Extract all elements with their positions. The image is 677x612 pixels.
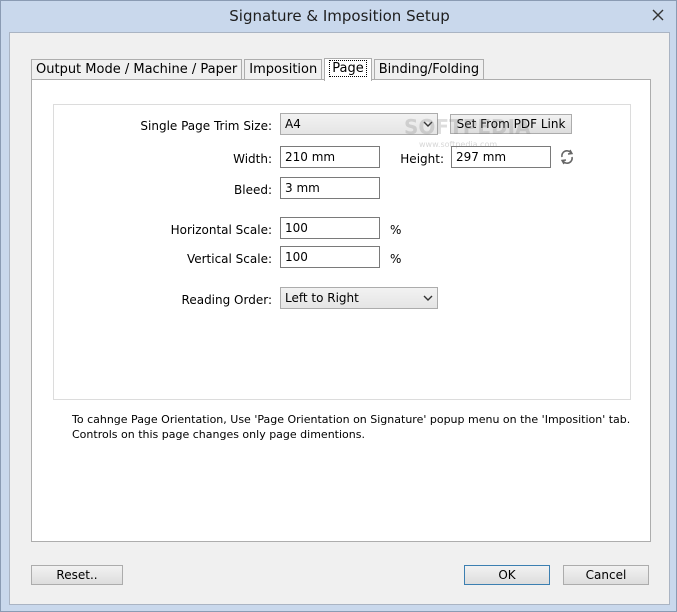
tab-label: Page bbox=[329, 60, 367, 77]
chevron-down-icon bbox=[423, 295, 433, 301]
note-line-2: Controls on this page changes only page … bbox=[72, 428, 365, 441]
tab-label: Output Mode / Machine / Paper bbox=[36, 62, 238, 77]
reading-order-value: Left to Right bbox=[285, 291, 359, 305]
window-title: Signature & Imposition Setup bbox=[229, 7, 450, 25]
horizontal-scale-label: Horizontal Scale: bbox=[170, 223, 272, 237]
trim-size-label: Single Page Trim Size: bbox=[140, 119, 272, 133]
tab-binding-folding[interactable]: Binding/Folding bbox=[373, 59, 485, 80]
page-tab-panel: Single Page Trim Size: A4 Set From PDF L… bbox=[31, 79, 651, 542]
tab-strip: Output Mode / Machine / Paper Imposition… bbox=[31, 58, 486, 81]
tab-output-mode[interactable]: Output Mode / Machine / Paper bbox=[31, 59, 243, 80]
vertical-scale-field[interactable]: 100 bbox=[280, 246, 380, 268]
reset-button[interactable]: Reset.. bbox=[31, 565, 123, 585]
reading-order-select[interactable]: Left to Right bbox=[280, 287, 438, 309]
trim-size-value: A4 bbox=[285, 117, 301, 131]
bleed-label: Bleed: bbox=[234, 183, 272, 197]
horizontal-scale-unit: % bbox=[390, 223, 402, 237]
chevron-down-icon bbox=[423, 121, 433, 127]
ok-button[interactable]: OK bbox=[464, 565, 550, 585]
reading-order-label: Reading Order: bbox=[181, 293, 272, 307]
width-field[interactable]: 210 mm bbox=[280, 146, 380, 168]
vertical-scale-unit: % bbox=[390, 252, 402, 266]
height-field[interactable]: 297 mm bbox=[451, 146, 551, 168]
tab-imposition[interactable]: Imposition bbox=[244, 59, 323, 80]
bleed-field[interactable]: 3 mm bbox=[280, 177, 380, 199]
dialog-window: Signature & Imposition Setup Output Mode… bbox=[0, 0, 677, 612]
close-button[interactable] bbox=[646, 5, 670, 25]
title-bar: Signature & Imposition Setup bbox=[1, 1, 677, 32]
note-line-1: To cahnge Page Orientation, Use 'Page Or… bbox=[72, 413, 631, 426]
swap-dimensions-icon[interactable] bbox=[558, 148, 576, 166]
tab-page[interactable]: Page bbox=[324, 58, 372, 81]
orientation-note: To cahnge Page Orientation, Use 'Page Or… bbox=[72, 412, 630, 442]
cancel-button[interactable]: Cancel bbox=[563, 565, 649, 585]
vertical-scale-label: Vertical Scale: bbox=[186, 252, 272, 266]
height-label: Height: bbox=[400, 152, 444, 166]
horizontal-scale-field[interactable]: 100 bbox=[280, 217, 380, 239]
close-icon bbox=[652, 9, 664, 21]
set-from-pdf-link-button[interactable]: Set From PDF Link bbox=[450, 114, 572, 134]
dialog-client-area: Output Mode / Machine / Paper Imposition… bbox=[9, 32, 670, 605]
width-label: Width: bbox=[233, 152, 272, 166]
tab-label: Binding/Folding bbox=[378, 62, 480, 77]
tab-label: Imposition bbox=[249, 62, 318, 77]
trim-size-select[interactable]: A4 bbox=[280, 113, 438, 135]
